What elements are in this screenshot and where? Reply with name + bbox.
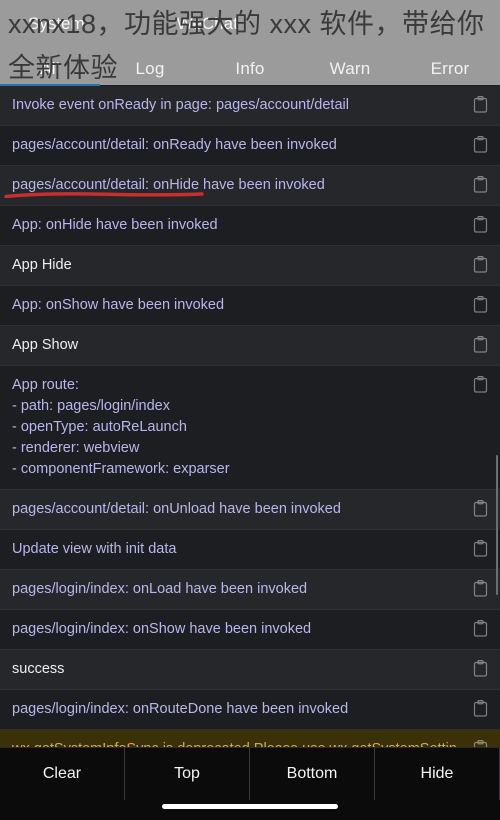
log-row-text: success <box>12 661 65 677</box>
clipboard-icon[interactable] <box>473 700 488 717</box>
log-row[interactable]: pages/account/detail: onReady have been … <box>0 126 500 166</box>
clipboard-icon[interactable] <box>473 256 488 273</box>
log-row[interactable]: Invoke event onReady in page: pages/acco… <box>0 86 500 126</box>
log-row-text: pages/login/index: onRouteDone have been… <box>12 701 349 717</box>
vertical-scrollbar[interactable] <box>496 455 498 595</box>
clipboard-icon[interactable] <box>473 216 488 233</box>
clipboard-icon[interactable] <box>473 336 488 353</box>
log-row[interactable]: App route: - path: pages/login/index - o… <box>0 366 500 490</box>
log-row[interactable]: Update view with init data <box>0 530 500 570</box>
top-button[interactable]: Top <box>125 748 250 800</box>
tab-warn[interactable]: Warn <box>300 52 400 85</box>
log-row-text: Invoke event onReady in page: pages/acco… <box>12 97 349 113</box>
log-row[interactable]: pages/login/index: onShow have been invo… <box>0 610 500 650</box>
clipboard-icon[interactable] <box>473 580 488 597</box>
clipboard-icon[interactable] <box>473 500 488 517</box>
log-row-text: pages/account/detail: onReady have been … <box>12 137 337 153</box>
tab-error[interactable]: Error <box>400 52 500 85</box>
home-indicator <box>162 804 338 809</box>
log-row-text: pages/account/detail: onUnload have been… <box>12 501 341 517</box>
clipboard-icon[interactable] <box>473 296 488 313</box>
log-row[interactable]: pages/login/index: onLoad have been invo… <box>0 570 500 610</box>
clipboard-icon[interactable] <box>473 96 488 113</box>
log-row[interactable]: App: onShow have been invoked <box>0 286 500 326</box>
log-row-text: App: onShow have been invoked <box>12 297 225 313</box>
tab-log[interactable]: Log <box>100 52 200 85</box>
log-row[interactable]: pages/account/detail: onUnload have been… <box>0 490 500 530</box>
log-row-text: App: onHide have been invoked <box>12 217 218 233</box>
bottom-button[interactable]: Bottom <box>250 748 375 800</box>
log-row-text: pages/account/detail: onHide have been i… <box>12 177 325 193</box>
tab-all[interactable]: All <box>0 52 100 85</box>
log-row-text: pages/login/index: onShow have been invo… <box>12 621 312 637</box>
clipboard-icon[interactable] <box>473 136 488 153</box>
log-row-text: App Hide <box>12 257 72 273</box>
log-row-text: App Show <box>12 337 79 353</box>
debug-console-screen: System WeChat All Log Info Warn Error In… <box>0 0 500 820</box>
log-row-text: App route: - path: pages/login/index - o… <box>12 377 230 477</box>
log-row[interactable]: pages/login/index: onRouteDone have been… <box>0 690 500 730</box>
log-row[interactable]: success <box>0 650 500 690</box>
console-toolbar: Clear Top Bottom Hide <box>0 747 500 820</box>
log-row[interactable]: pages/account/detail: onHide have been i… <box>0 166 500 206</box>
clear-button[interactable]: Clear <box>0 748 125 800</box>
log-row-text: Update view with init data <box>12 541 177 557</box>
clipboard-icon[interactable] <box>473 540 488 557</box>
tab-wechat[interactable]: WeChat <box>177 8 238 40</box>
log-row[interactable]: App Show <box>0 326 500 366</box>
log-list[interactable]: Invoke event onReady in page: pages/acco… <box>0 86 500 748</box>
log-level-tab-bar: All Log Info Warn Error <box>0 52 500 85</box>
hide-button[interactable]: Hide <box>375 748 500 800</box>
log-row-text: pages/login/index: onLoad have been invo… <box>12 581 308 597</box>
console-header: System WeChat All Log Info Warn Error <box>0 0 500 85</box>
log-row[interactable]: App: onHide have been invoked <box>0 206 500 246</box>
clipboard-icon[interactable] <box>473 176 488 193</box>
log-row[interactable]: wx.getSystemInfoSync is deprecated.Pleas… <box>0 730 500 748</box>
clipboard-icon[interactable] <box>473 620 488 637</box>
clipboard-icon[interactable] <box>473 376 488 393</box>
log-row[interactable]: App Hide <box>0 246 500 286</box>
source-tab-bar: System WeChat <box>0 8 500 40</box>
tab-system[interactable]: System <box>28 8 85 40</box>
tab-info[interactable]: Info <box>200 52 300 85</box>
clipboard-icon[interactable] <box>473 660 488 677</box>
